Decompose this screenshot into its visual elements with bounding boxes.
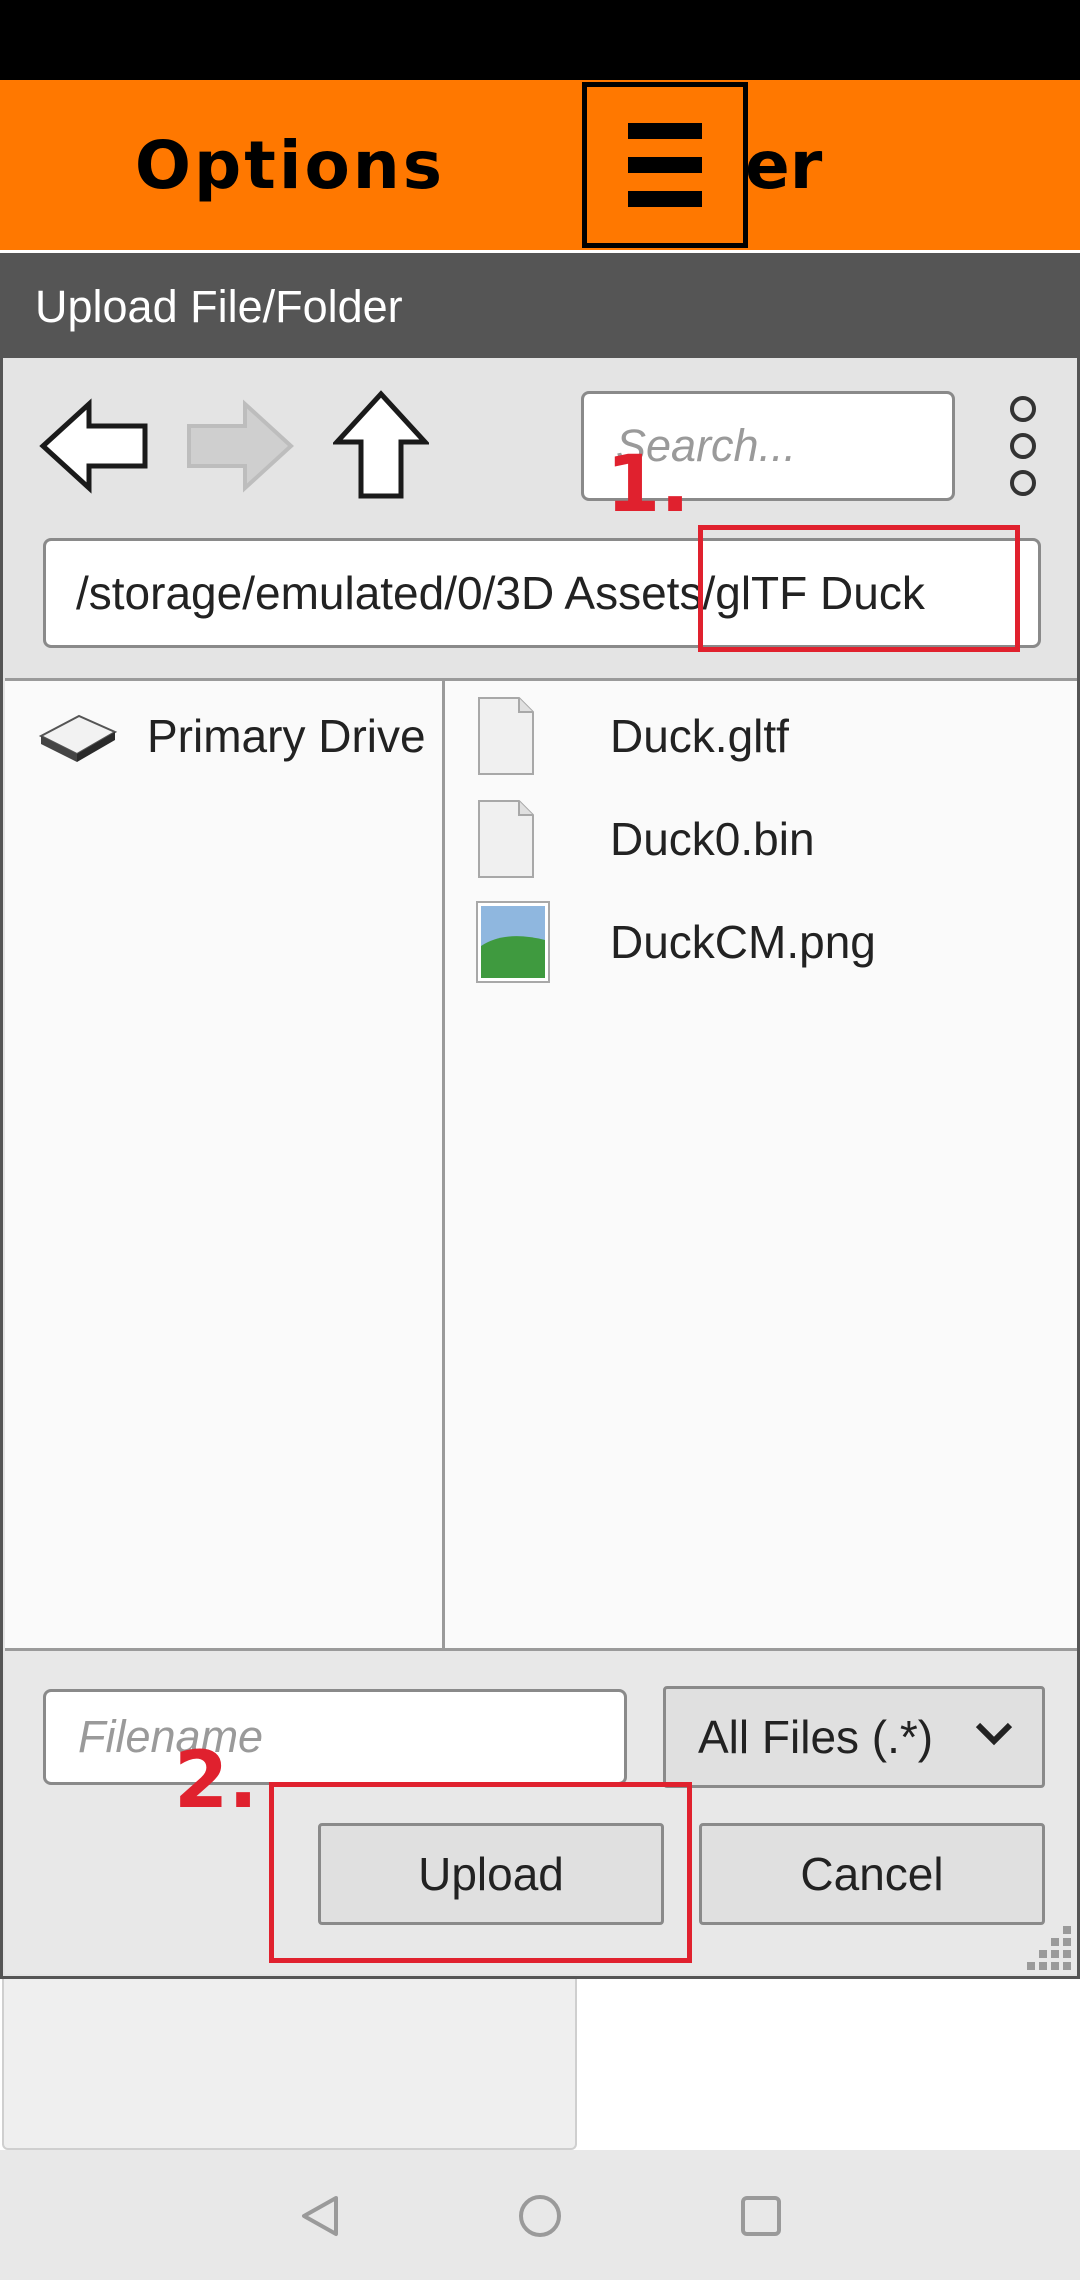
annotation-box-upload bbox=[269, 1782, 692, 1963]
file-item[interactable]: Duck.gltf bbox=[475, 691, 1075, 781]
upload-dialog: Upload File/Folder Search... /storage/em… bbox=[0, 253, 1080, 1979]
app-header: Options er bbox=[0, 80, 1080, 250]
drive-pane: Primary Drive bbox=[5, 678, 445, 1648]
nav-back-icon[interactable] bbox=[298, 2194, 340, 2238]
filename-input[interactable]: Filename bbox=[43, 1689, 627, 1785]
file-type-select[interactable]: All Files (.*) bbox=[663, 1686, 1045, 1788]
hamburger-menu-button[interactable] bbox=[582, 82, 748, 248]
nav-home-icon[interactable] bbox=[518, 2194, 562, 2238]
file-icon bbox=[478, 800, 534, 878]
vertical-dots-icon[interactable] bbox=[1003, 391, 1043, 501]
drive-icon bbox=[38, 714, 118, 762]
file-icon bbox=[478, 697, 534, 775]
file-name: DuckCM.png bbox=[610, 916, 876, 968]
file-name: Duck.gltf bbox=[610, 710, 789, 762]
drive-label: Primary Drive bbox=[147, 710, 426, 762]
file-item[interactable]: Duck0.bin bbox=[475, 794, 1075, 884]
options-title[interactable]: Options bbox=[0, 80, 580, 250]
annotation-step-2: 2. bbox=[174, 1736, 258, 1826]
nav-recents-icon[interactable] bbox=[740, 2195, 782, 2237]
file-pane: Duck.gltf Duck0.bin DuckCM.png bbox=[445, 678, 1077, 1648]
resize-grip-icon[interactable] bbox=[1027, 1922, 1075, 1970]
system-nav-bar bbox=[0, 2150, 1080, 2280]
dialog-title: Upload File/Folder bbox=[3, 256, 1077, 358]
up-arrow-icon[interactable] bbox=[333, 390, 429, 502]
status-bar bbox=[0, 0, 1080, 80]
annotation-step-1: 1. bbox=[606, 440, 690, 530]
back-arrow-icon[interactable] bbox=[39, 396, 151, 496]
drive-item-primary[interactable]: Primary Drive bbox=[37, 701, 426, 771]
forward-arrow-icon[interactable] bbox=[183, 396, 295, 496]
underlying-panel bbox=[2, 1975, 577, 2150]
chevron-down-icon bbox=[975, 1722, 1013, 1746]
annotation-box-path bbox=[698, 525, 1020, 652]
file-type-value: All Files (.*) bbox=[698, 1711, 934, 1763]
hamburger-menu-icon bbox=[628, 123, 702, 207]
file-name: Duck0.bin bbox=[610, 813, 815, 865]
file-item[interactable]: DuckCM.png bbox=[475, 897, 1075, 987]
cancel-button[interactable]: Cancel bbox=[699, 1823, 1045, 1925]
header-title-fragment: er bbox=[745, 126, 823, 204]
image-file-icon bbox=[476, 901, 550, 983]
